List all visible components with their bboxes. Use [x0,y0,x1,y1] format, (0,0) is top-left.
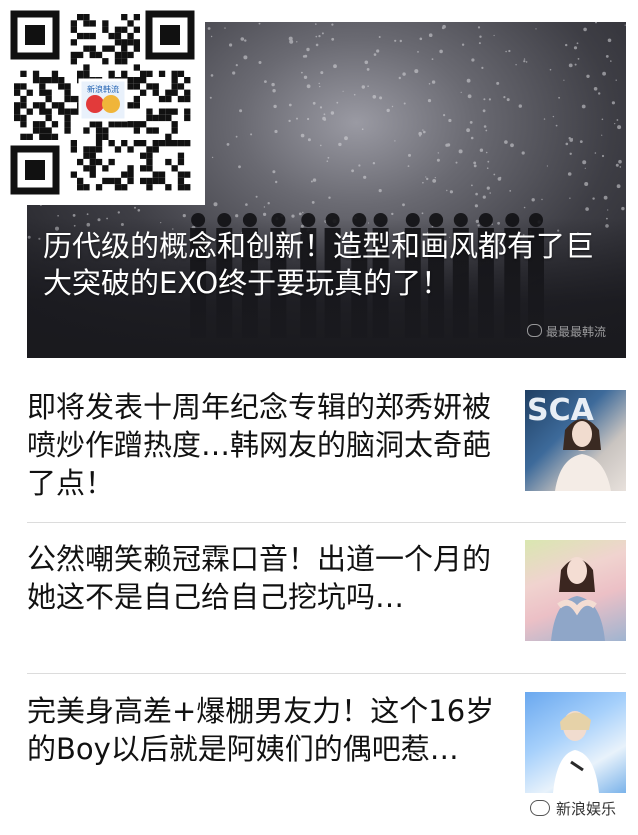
list-item[interactable]: 公然嘲笑赖冠霖口音！出道一个月的她这不是自己给自己挖坑吗… [27,540,626,645]
hero-title: 历代级的概念和创新！造型和画风都有了巨大突破的EXO终于要玩真的了！ [43,229,595,300]
article-thumbnail [525,540,626,641]
photo-boy-icon [553,711,599,793]
article-thumbnail: SCA [525,390,626,491]
footer-watermark-text: 新浪娱乐 [555,800,616,818]
qr-badge-text: 新浪韩流 [87,84,119,94]
photo-idol-girl-icon [551,557,605,641]
hero-watermark: 最最最韩流 [526,323,606,340]
qr-code: 新浪韩流 [0,0,205,205]
photo-jessica-icon: SCA [527,393,611,491]
wechat-icon [529,800,550,816]
list-item[interactable]: 完美身高差+爆棚男友力！这个16岁的Boy以后就是阿姨们的偶吧惹… [27,692,626,797]
divider [27,673,626,674]
divider [27,522,626,523]
footer-watermark: 新浪娱乐 [529,798,616,819]
hero-watermark-text: 最最最韩流 [545,325,606,339]
article-title: 完美身高差+爆棚男友力！这个16岁的Boy以后就是阿姨们的偶吧惹… [27,694,495,766]
wechat-icon [526,324,542,337]
article-title: 即将发表十周年纪念专辑的郑秀妍被喷炒作蹭热度…韩网友的脑洞太奇葩了点！ [27,390,492,500]
list-item[interactable]: 即将发表十周年纪念专辑的郑秀妍被喷炒作蹭热度…韩网友的脑洞太奇葩了点！ SCA [27,388,626,500]
qr-code-icon: 新浪韩流 [0,0,205,205]
article-title: 公然嘲笑赖冠霖口音！出道一个月的她这不是自己给自己挖坑吗… [27,542,492,614]
article-thumbnail [525,692,626,793]
